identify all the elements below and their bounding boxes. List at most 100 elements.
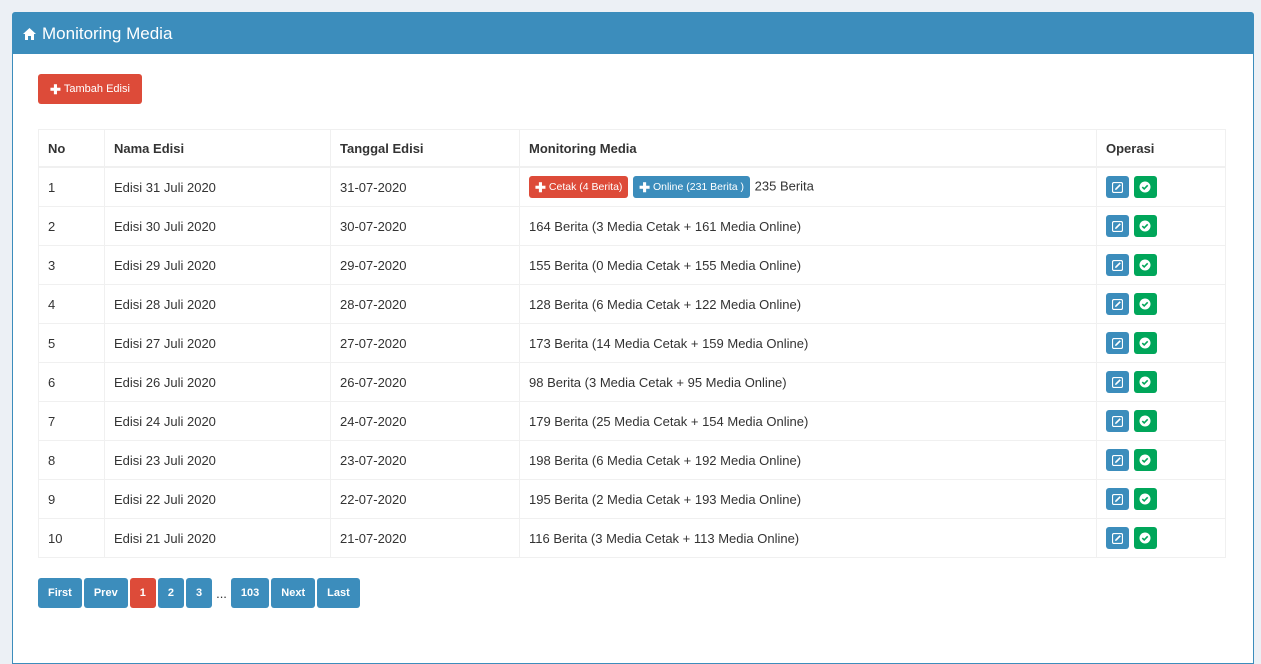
cell-no: 9 bbox=[38, 479, 105, 519]
cell-operasi bbox=[1096, 362, 1226, 402]
cell-operasi bbox=[1096, 479, 1226, 519]
edit-button[interactable] bbox=[1106, 215, 1129, 237]
cell-tanggal-edisi: 31-07-2020 bbox=[330, 166, 520, 207]
check-circle-icon bbox=[1139, 532, 1151, 544]
cell-operasi bbox=[1096, 518, 1226, 558]
cetak-label: Cetak (4 Berita) bbox=[548, 181, 623, 193]
page-first-button[interactable]: First bbox=[38, 578, 82, 608]
table-row: 5 Edisi 27 Juli 2020 27-07-2020 173 Berita … bbox=[38, 323, 1226, 363]
cell-nama-edisi: Edisi 31 Juli 2020 bbox=[104, 166, 331, 207]
approve-button[interactable] bbox=[1133, 527, 1157, 549]
check-circle-icon bbox=[1139, 454, 1151, 466]
edit-icon bbox=[1112, 415, 1123, 427]
approve-button[interactable] bbox=[1133, 176, 1157, 198]
cell-nama-edisi: Edisi 22 Juli 2020 bbox=[104, 479, 331, 519]
table-row: 7 Edisi 24 Juli 2020 24-07-2020 179 Berita … bbox=[38, 401, 1226, 441]
check-circle-icon bbox=[1139, 337, 1151, 349]
pagination: First Prev 1 2 3 ... 103 Next Last bbox=[38, 578, 360, 608]
online-label: Online (231 Berita ) bbox=[652, 181, 745, 193]
page-next-button[interactable]: Next bbox=[271, 578, 316, 608]
page-prev-button[interactable]: Prev bbox=[83, 578, 128, 608]
approve-button[interactable] bbox=[1133, 410, 1157, 432]
check-circle-icon bbox=[1139, 220, 1151, 232]
cell-nama-edisi: Edisi 26 Juli 2020 bbox=[104, 362, 331, 402]
check-circle-icon bbox=[1139, 493, 1151, 505]
page-103-button[interactable]: 103 bbox=[230, 578, 270, 608]
approve-button[interactable] bbox=[1133, 371, 1157, 393]
page-title: Monitoring Media bbox=[42, 23, 173, 43]
panel-header: Monitoring Media bbox=[13, 13, 1253, 54]
approve-button[interactable] bbox=[1133, 293, 1157, 315]
cell-no: 8 bbox=[38, 440, 105, 480]
edit-icon bbox=[1112, 298, 1123, 310]
monitoring-panel: Monitoring Media ✚ Tambah Edisi No Nama … bbox=[12, 12, 1254, 664]
approve-button[interactable] bbox=[1133, 488, 1157, 510]
cell-tanggal-edisi: 28-07-2020 bbox=[330, 284, 520, 324]
header-tanggal-edisi: Tanggal Edisi bbox=[330, 129, 520, 168]
cell-no: 4 bbox=[38, 284, 105, 324]
cell-operasi bbox=[1096, 440, 1226, 480]
edit-icon bbox=[1112, 376, 1123, 388]
plus-icon: ✚ bbox=[639, 179, 650, 195]
cell-operasi bbox=[1096, 245, 1226, 285]
check-circle-icon bbox=[1139, 415, 1151, 427]
edit-icon bbox=[1112, 220, 1123, 232]
table-row: 8 Edisi 23 Juli 2020 23-07-2020 198 Berita … bbox=[38, 440, 1226, 480]
edit-button[interactable] bbox=[1106, 254, 1129, 276]
cell-nama-edisi: Edisi 30 Juli 2020 bbox=[104, 206, 331, 246]
page-3-button[interactable]: 3 bbox=[185, 578, 213, 608]
page-last-button[interactable]: Last bbox=[317, 578, 360, 608]
cell-no: 10 bbox=[38, 518, 105, 558]
add-edition-button[interactable]: ✚ Tambah Edisi bbox=[38, 74, 142, 104]
cell-monitoring: ✚ Cetak (4 Berita) ✚ Online (231 Berita ) … bbox=[519, 166, 1097, 207]
cell-monitoring: 198 Berita (6 Media Cetak + 192 Media On… bbox=[519, 440, 1097, 480]
cell-nama-edisi: Edisi 21 Juli 2020 bbox=[104, 518, 331, 558]
cell-tanggal-edisi: 30-07-2020 bbox=[330, 206, 520, 246]
approve-button[interactable] bbox=[1133, 449, 1157, 471]
online-button[interactable]: ✚ Online (231 Berita ) bbox=[633, 176, 751, 198]
cell-monitoring: 195 Berita (2 Media Cetak + 193 Media On… bbox=[519, 479, 1097, 519]
edit-button[interactable] bbox=[1106, 332, 1129, 354]
cell-no: 7 bbox=[38, 401, 105, 441]
table-row: 4 Edisi 28 Juli 2020 28-07-2020 128 Berita … bbox=[38, 284, 1226, 324]
cell-monitoring: 164 Berita (3 Media Cetak + 161 Media On… bbox=[519, 206, 1097, 246]
page-2-button[interactable]: 2 bbox=[157, 578, 184, 608]
edit-button[interactable] bbox=[1106, 527, 1129, 549]
cell-tanggal-edisi: 27-07-2020 bbox=[330, 323, 520, 363]
total-berita: 235 Berita bbox=[754, 178, 814, 194]
cell-no: 6 bbox=[38, 362, 105, 402]
add-edition-label: Tambah Edisi bbox=[63, 83, 130, 95]
cell-no: 1 bbox=[38, 166, 105, 207]
header-operasi: Operasi bbox=[1096, 129, 1226, 168]
cell-no: 3 bbox=[38, 245, 105, 285]
cetak-button[interactable]: ✚ Cetak (4 Berita) bbox=[529, 176, 629, 198]
page-1-button[interactable]: 1 bbox=[129, 578, 156, 608]
edit-button[interactable] bbox=[1106, 488, 1129, 510]
edit-button[interactable] bbox=[1106, 293, 1129, 315]
header-nama-edisi: Nama Edisi bbox=[104, 129, 331, 168]
edit-button[interactable] bbox=[1106, 449, 1129, 471]
approve-button[interactable] bbox=[1133, 215, 1157, 237]
edit-button[interactable] bbox=[1106, 410, 1129, 432]
cell-tanggal-edisi: 26-07-2020 bbox=[330, 362, 520, 402]
approve-button[interactable] bbox=[1133, 254, 1157, 276]
table-row: 3 Edisi 29 Juli 2020 29-07-2020 155 Berita … bbox=[38, 245, 1226, 285]
check-circle-icon bbox=[1139, 298, 1151, 310]
check-circle-icon bbox=[1139, 259, 1151, 271]
cell-operasi bbox=[1096, 206, 1226, 246]
approve-button[interactable] bbox=[1133, 332, 1157, 354]
edit-icon bbox=[1112, 337, 1123, 349]
edit-button[interactable] bbox=[1106, 371, 1129, 393]
cell-no: 2 bbox=[38, 206, 105, 246]
cell-nama-edisi: Edisi 28 Juli 2020 bbox=[104, 284, 331, 324]
header-no: No bbox=[38, 129, 105, 168]
cell-tanggal-edisi: 22-07-2020 bbox=[330, 479, 520, 519]
edit-icon bbox=[1112, 181, 1123, 193]
plus-icon: ✚ bbox=[50, 81, 61, 97]
table-row: 9 Edisi 22 Juli 2020 22-07-2020 195 Berita … bbox=[38, 479, 1226, 519]
cell-monitoring: 116 Berita (3 Media Cetak + 113 Media On… bbox=[519, 518, 1097, 558]
table-header-row: No Nama Edisi Tanggal Edisi Monitoring M… bbox=[38, 129, 1226, 168]
editions-table: No Nama Edisi Tanggal Edisi Monitoring M… bbox=[38, 129, 1226, 558]
cell-nama-edisi: Edisi 24 Juli 2020 bbox=[104, 401, 331, 441]
edit-button[interactable] bbox=[1106, 176, 1129, 198]
